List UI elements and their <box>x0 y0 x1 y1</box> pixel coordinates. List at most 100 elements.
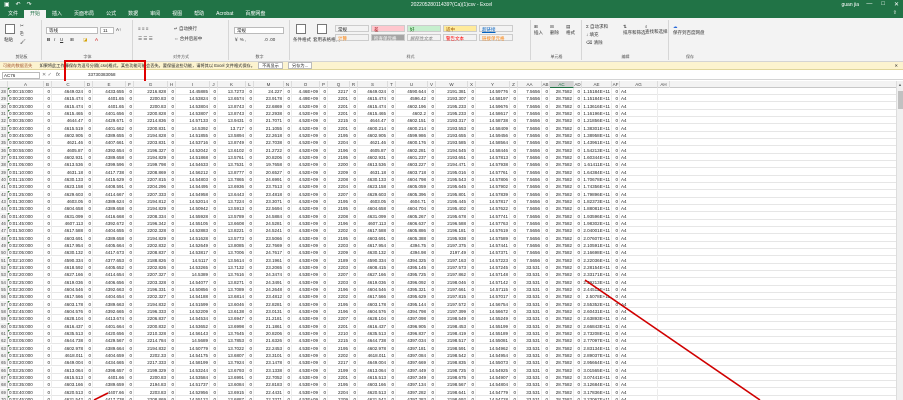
table-cell[interactable]: 0 <box>468 366 476 374</box>
table-cell[interactable]: 0 <box>44 359 52 367</box>
table-cell[interactable]: 0 <box>168 88 176 95</box>
table-cell[interactable]: 0 <box>510 139 518 147</box>
table-cell[interactable]: 4603.166 <box>52 381 85 389</box>
table-cell[interactable]: 0 <box>574 285 582 293</box>
table-cell[interactable]: 14.52883 <box>176 227 210 235</box>
table-cell[interactable]: 14.52014 <box>176 197 210 205</box>
table-cell[interactable]: 0 <box>510 168 518 176</box>
table-cell[interactable]: 0 <box>612 322 620 330</box>
table-cell[interactable]: 13.8743 <box>218 102 246 110</box>
table-cell[interactable]: 0 <box>350 197 358 205</box>
table-cell[interactable]: 4615.465 <box>52 109 85 117</box>
table-cell[interactable]: 4395.629 <box>396 293 428 301</box>
table-cell[interactable]: 0 <box>510 337 518 345</box>
table-cell[interactable]: A4 <box>620 241 658 249</box>
table-cell[interactable]: 0 <box>574 95 582 103</box>
table-cell[interactable]: 0 <box>85 131 93 139</box>
table-cell[interactable]: 0:00:15:000 <box>8 88 44 95</box>
table-cell[interactable]: 2.77097E+11 <box>582 337 612 345</box>
table-cell[interactable]: 0 <box>612 153 620 161</box>
table-cell[interactable]: 33.531 <box>518 366 542 374</box>
table-cell[interactable]: 13.6046 <box>218 300 246 308</box>
table-cell[interactable]: 2193.553 <box>436 124 468 132</box>
table-cell[interactable]: 0 <box>246 241 254 249</box>
style-warning[interactable]: 警告文本 <box>443 34 477 41</box>
table-cell[interactable]: 0 <box>542 212 550 220</box>
table-cell[interactable]: A4 <box>620 285 658 293</box>
table-cell[interactable]: 0 <box>284 344 292 352</box>
table-cell[interactable]: 4602.151 <box>396 117 428 125</box>
table-cell[interactable]: 4417.738 <box>93 168 126 176</box>
table-cell[interactable]: 0 <box>388 168 396 176</box>
table-cell[interactable]: 4603.227 <box>396 161 428 169</box>
table-cell[interactable]: 0 <box>350 190 358 198</box>
table-cell[interactable]: 0 <box>210 212 218 220</box>
table-cell[interactable]: 2203.83 <box>134 388 168 396</box>
table-cell[interactable]: 14.55105 <box>176 219 210 227</box>
table-cell[interactable]: 0 <box>168 249 176 257</box>
table-cell[interactable]: 0 <box>44 322 52 330</box>
row-header[interactable]: 30 <box>0 102 8 110</box>
table-cell[interactable]: 0 <box>168 205 176 213</box>
table-cell[interactable]: 0 <box>246 139 254 147</box>
fill-button[interactable]: ↓ 填充 <box>586 32 599 38</box>
table-cell[interactable]: 0 <box>44 337 52 345</box>
table-cell[interactable]: 0:03:35:000 <box>8 381 44 389</box>
table-cell[interactable]: 0 <box>284 153 292 161</box>
wrap-text-button[interactable]: ↵ 自动换行 <box>174 26 197 32</box>
table-cell[interactable]: 14.59456 <box>476 131 510 139</box>
table-cell[interactable]: 0 <box>320 124 328 132</box>
table-cell[interactable]: 0 <box>246 300 254 308</box>
table-cell[interactable]: 1.21856E+11 <box>582 117 612 125</box>
table-cell[interactable]: 2194.545 <box>436 146 468 154</box>
table-cell[interactable]: 2197.399 <box>436 307 468 315</box>
table-cell[interactable]: 2209 <box>328 168 350 176</box>
table-cell[interactable]: 2195 <box>328 153 350 161</box>
table-cell[interactable]: 2195.801 <box>436 190 468 198</box>
table-cell[interactable]: 0 <box>612 234 620 242</box>
table-cell[interactable]: 0 <box>574 381 582 389</box>
decimal-icon[interactable]: .0 .00 <box>264 37 275 42</box>
table-cell[interactable]: 0 <box>126 117 134 125</box>
table-cell[interactable]: 14.45885 <box>176 88 210 95</box>
table-cell[interactable]: 4.52E+09 <box>292 168 320 176</box>
table-cell[interactable]: 0 <box>612 124 620 132</box>
table-cell[interactable]: 22.2453 <box>254 344 284 352</box>
table-cell[interactable]: 4434.665 <box>93 359 126 367</box>
table-cell[interactable]: 0 <box>168 359 176 367</box>
table-cell[interactable]: 14.53716 <box>176 139 210 147</box>
table-cell[interactable]: 23.2065 <box>254 263 284 271</box>
table-cell[interactable]: 0 <box>612 344 620 352</box>
table-cell[interactable]: 0 <box>284 241 292 249</box>
table-cell[interactable]: 0 <box>126 197 134 205</box>
table-cell[interactable]: 14.57902 <box>476 183 510 191</box>
table-cell[interactable]: 0 <box>210 344 218 352</box>
table-cell[interactable]: 0 <box>126 153 134 161</box>
table-cell[interactable]: A4 <box>620 263 658 271</box>
table-cell[interactable]: 4621.46 <box>52 139 85 147</box>
table-cell[interactable]: 14.57245 <box>476 263 510 271</box>
table-cell[interactable]: 0 <box>612 359 620 367</box>
table-cell[interactable]: 23.7513 <box>254 183 284 191</box>
table-cell[interactable]: 0 <box>612 183 620 191</box>
table-cell[interactable]: 13.7531 <box>218 161 246 169</box>
table-cell[interactable]: 4607.113 <box>358 219 388 227</box>
table-cell[interactable]: 0 <box>85 227 93 235</box>
table-cell[interactable]: A4 <box>620 205 658 213</box>
column-header-a[interactable]: A <box>8 81 44 88</box>
table-cell[interactable]: 0 <box>44 95 52 103</box>
table-cell[interactable]: 0 <box>246 373 254 381</box>
table-cell[interactable]: 4604.546 <box>358 285 388 293</box>
table-cell[interactable]: 4397.349 <box>396 373 428 381</box>
table-cell[interactable]: 0 <box>284 293 292 301</box>
table-cell[interactable]: 28.7582 <box>550 183 574 191</box>
conditional-format-icon[interactable] <box>296 24 306 34</box>
table-cell[interactable]: 4602.978 <box>52 344 85 352</box>
table-cell[interactable]: 0 <box>468 88 476 95</box>
table-cell[interactable]: 0 <box>168 278 176 286</box>
table-cell[interactable]: 4599.986 <box>396 131 428 139</box>
table-cell[interactable]: 13.8749 <box>218 139 246 147</box>
table-cell[interactable]: 4433.655 <box>93 88 126 95</box>
table-cell[interactable]: 4417.738 <box>93 395 126 400</box>
table-cell[interactable]: 4627.166 <box>52 271 85 279</box>
